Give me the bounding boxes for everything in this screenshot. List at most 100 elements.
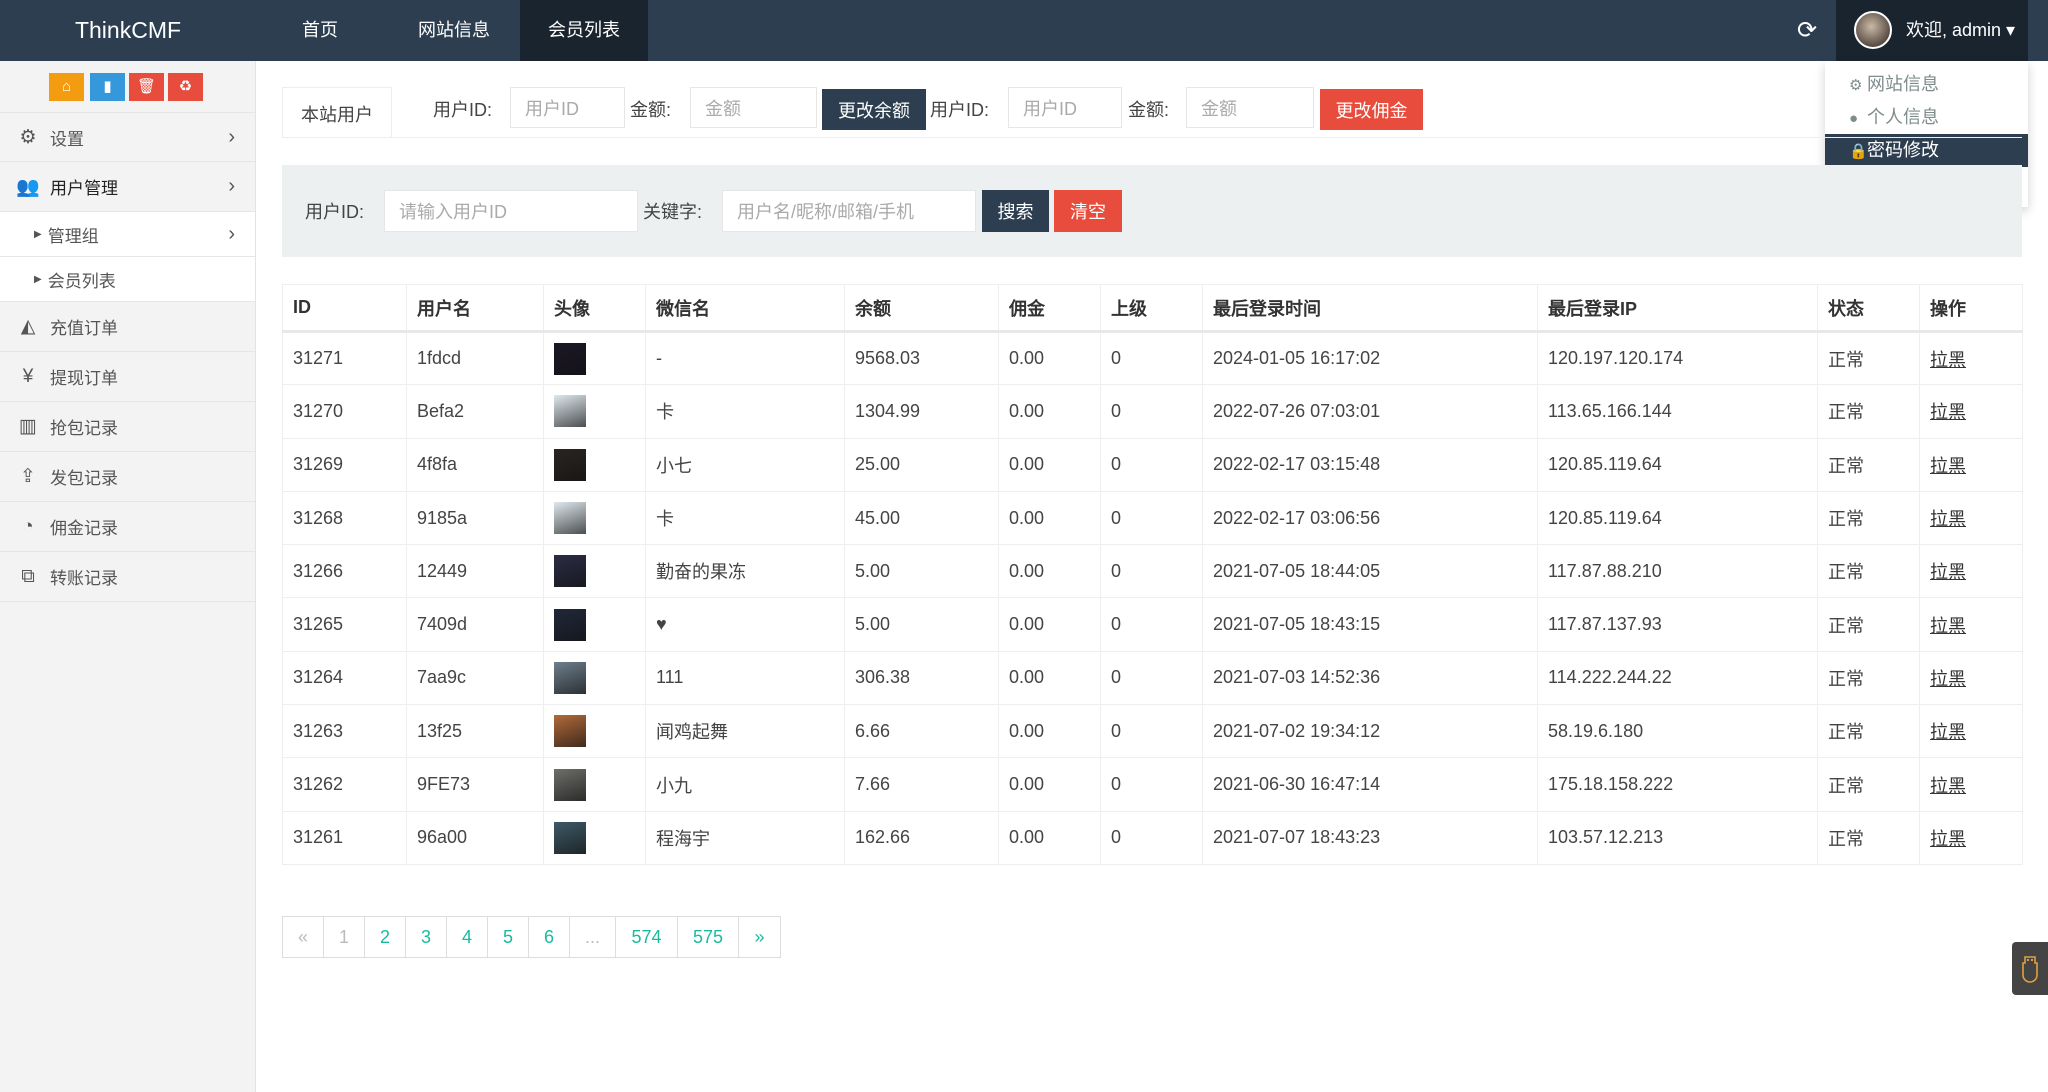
- user-menu-toggle[interactable]: 欢迎, admin ▾: [1836, 0, 2028, 61]
- pagination: «1 2 3 4 5 6... 574 575»: [282, 916, 781, 958]
- search-button[interactable]: 搜索: [982, 190, 1049, 232]
- menu-item-change-password[interactable]: 🔒密码修改: [1825, 134, 2028, 167]
- cell-8: 117.87.137.93: [1537, 597, 1818, 652]
- avatar-image: [554, 502, 586, 535]
- cell-9: 正常: [1817, 650, 1920, 706]
- action-cell: 拉黑: [1919, 544, 2023, 599]
- menu-label: 网站信息: [1867, 74, 1939, 94]
- search-uid-input[interactable]: 请输入用户ID: [384, 190, 638, 232]
- cell-6: 0: [1100, 597, 1203, 652]
- blacklist-link[interactable]: 拉黑: [1930, 669, 1966, 689]
- cell-3: -: [645, 330, 845, 386]
- action-cell: 拉黑: [1919, 597, 2023, 652]
- menu-item-site-info[interactable]: ⚙ 网站信息: [1825, 68, 2028, 101]
- balance-amount-input[interactable]: 金额: [690, 87, 817, 128]
- file-button[interactable]: ▮: [90, 73, 125, 101]
- page-6[interactable]: 6: [529, 917, 570, 957]
- blacklist-link[interactable]: 拉黑: [1930, 562, 1966, 582]
- blacklist-link[interactable]: 拉黑: [1930, 776, 1966, 796]
- tab-site-users[interactable]: 本站用户: [282, 87, 392, 138]
- cell-3: 勤奋的果冻: [645, 544, 845, 599]
- gears-icon: ⚙: [19, 126, 37, 148]
- sidebar-item-transfer-records[interactable]: ⧉ 转账记录: [0, 552, 255, 602]
- cell-6: 0: [1100, 384, 1203, 439]
- sidebar-item-commission-records[interactable]: ◔ 佣金记录: [0, 502, 255, 552]
- avatar-image: [554, 715, 586, 748]
- nav-home[interactable]: 首页: [283, 0, 357, 61]
- clear-button[interactable]: 清空: [1054, 190, 1122, 232]
- page-5[interactable]: 5: [488, 917, 529, 957]
- sidebar-item-user-management[interactable]: 👥 用户管理 ›: [0, 162, 255, 212]
- chevron-right-icon: ›: [228, 222, 235, 245]
- avatar-image: [554, 768, 586, 801]
- avatar-image: [554, 448, 586, 481]
- upload-icon: ⇪: [20, 466, 36, 487]
- cell-7: 2021-07-03 14:52:36: [1202, 650, 1538, 706]
- menu-item-profile[interactable]: ● 个人信息: [1825, 101, 2028, 134]
- sidebar-item-recharge-orders[interactable]: ◭ 充值订单: [0, 302, 255, 352]
- cell-4: 9568.03: [844, 330, 999, 386]
- sidebar-item-member-list[interactable]: ▶ 会员列表: [0, 257, 255, 302]
- sidebar-item-withdraw-orders[interactable]: ¥ 提现订单: [0, 352, 255, 402]
- blacklist-link[interactable]: 拉黑: [1930, 402, 1966, 422]
- change-balance-button[interactable]: 更改余额: [822, 89, 926, 130]
- blacklist-link[interactable]: 拉黑: [1930, 829, 1966, 849]
- sidebar-item-admin-group[interactable]: ▶ 管理组 ›: [0, 212, 255, 257]
- recycle-icon: ♻: [178, 78, 193, 95]
- refresh-icon[interactable]: ⟳: [1794, 18, 1820, 44]
- cell-0: 31262: [282, 757, 407, 812]
- logo[interactable]: ThinkCMF: [0, 0, 256, 61]
- cell-7: 2021-07-02 19:34:12: [1202, 704, 1538, 759]
- next-page[interactable]: »: [739, 917, 780, 957]
- keyword-input[interactable]: 用户名/昵称/邮箱/手机: [722, 190, 976, 232]
- avatar-cell: [543, 384, 646, 439]
- action-cell: 拉黑: [1919, 490, 2023, 546]
- sidebar-label: 会员列表: [47, 271, 116, 291]
- cell-9: 正常: [1817, 810, 1920, 865]
- blacklist-link[interactable]: 拉黑: [1930, 722, 1966, 742]
- blacklist-link[interactable]: 拉黑: [1930, 456, 1966, 476]
- cell-1: Befa2: [406, 384, 544, 439]
- search-uid-label: 用户ID:: [305, 202, 365, 222]
- cell-1: 13f25: [406, 704, 544, 759]
- change-commission-button[interactable]: 更改佣金: [1320, 89, 1423, 130]
- commission-uid-input[interactable]: 用户ID: [1008, 87, 1122, 128]
- welcome-text: 欢迎, admin ▾: [1906, 20, 2016, 40]
- cell-1: 9185a: [406, 490, 544, 546]
- trash-button[interactable]: 🗑: [129, 73, 164, 101]
- cell-0: 31264: [282, 650, 407, 706]
- cell-7: 2021-06-30 16:47:14: [1202, 757, 1538, 812]
- recycle-button[interactable]: ♻: [168, 73, 203, 101]
- blacklist-link[interactable]: 拉黑: [1930, 350, 1966, 370]
- avatar-cell: [543, 490, 646, 546]
- blacklist-link[interactable]: 拉黑: [1930, 616, 1966, 636]
- home-button[interactable]: ⌂: [49, 73, 84, 101]
- nav-member-list[interactable]: 会员列表: [520, 0, 648, 61]
- page-574[interactable]: 574: [616, 917, 678, 957]
- commission-amount-input[interactable]: 金额: [1186, 87, 1314, 128]
- area-chart-icon: ◭: [20, 316, 36, 337]
- lock-icon: 🔒: [1849, 143, 1868, 160]
- sidebar-item-grab-records[interactable]: ▥ 抢包记录: [0, 402, 255, 452]
- blacklist-link[interactable]: 拉黑: [1930, 509, 1966, 529]
- menu-label: 个人信息: [1867, 107, 1939, 127]
- sidebar-item-send-records[interactable]: ⇪ 发包记录: [0, 452, 255, 502]
- sidebar: ⌂ ▮ 🗑 ♻ ⚙ 设置 › 👥 用户管理 › ▶ 管理组 › ▶ 会员列表 ◭ 充值订单 ¥ 提…: [0, 61, 256, 1092]
- avatar-image: [554, 342, 586, 375]
- file-icon: ▮: [103, 78, 112, 95]
- cell-8: 114.222.244.22: [1537, 650, 1818, 706]
- page-575[interactable]: 575: [678, 917, 739, 957]
- page-2[interactable]: 2: [365, 917, 406, 957]
- avatar-image: [554, 661, 586, 694]
- balance-uid-input[interactable]: 用户ID: [510, 87, 625, 128]
- column-header: 佣金: [998, 284, 1101, 333]
- usb-widget-button[interactable]: [2012, 942, 2048, 995]
- nav-site-info[interactable]: 网站信息: [400, 0, 508, 61]
- column-header: 头像: [543, 284, 646, 333]
- sidebar-item-settings[interactable]: ⚙ 设置 ›: [0, 112, 255, 162]
- page-4[interactable]: 4: [447, 917, 488, 957]
- avatar-image: [554, 608, 586, 641]
- page-3[interactable]: 3: [406, 917, 447, 957]
- cell-4: 45.00: [844, 490, 999, 546]
- avatar-cell: [543, 757, 646, 812]
